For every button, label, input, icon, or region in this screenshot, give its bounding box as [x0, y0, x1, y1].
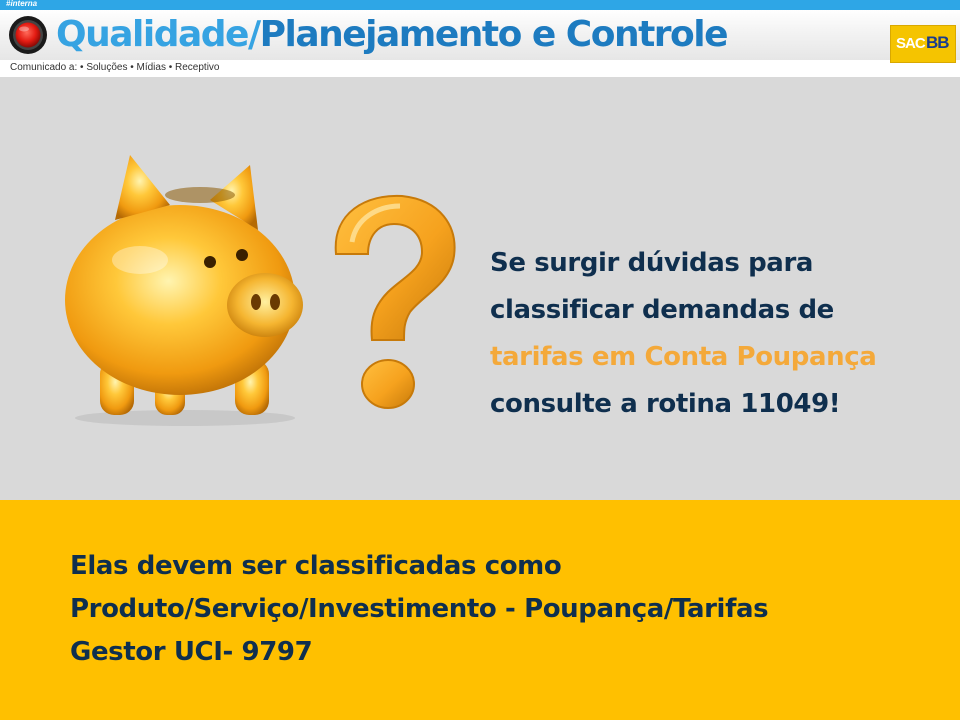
question-mark-icon — [334, 194, 456, 409]
main-message-line-4: consulte a rotina 11049! — [490, 389, 841, 419]
title-part-quality: Qualidade/ — [56, 14, 261, 55]
classification-tag: #interna — [6, 0, 38, 8]
page-title: Qualidade/Planejamento e Controle — [56, 12, 729, 58]
main-message-highlight: tarifas em Conta Poupança — [490, 342, 877, 372]
instruction-line-3: Gestor UCI- 9797 — [70, 637, 313, 667]
instruction-line-1: Elas devem ser classificadas como — [70, 551, 562, 581]
record-icon — [9, 16, 47, 54]
title-part-planning: Planejamento e Controle — [259, 14, 729, 55]
logo-bb-text: BB — [926, 33, 950, 52]
classification-instructions: Elas devem ser classificadas como Produt… — [70, 545, 769, 674]
piggy-bank-icon — [65, 155, 303, 426]
audience-line: Comunicado a: • Soluções • Mídias • Rece… — [10, 62, 220, 73]
main-message-line-1: Se surgir dúvidas para — [490, 248, 814, 278]
main-message-line-2: classificar demandas de — [490, 295, 834, 325]
instruction-line-2: Produto/Serviço/Investimento - Poupança/… — [70, 594, 769, 624]
main-message: Se surgir dúvidas para classificar deman… — [490, 240, 877, 428]
sacbb-logo: SAC BB — [890, 25, 956, 63]
logo-sac-text: SAC — [896, 35, 926, 52]
title-bar: Qualidade/Planejamento e Controle SAC BB — [0, 10, 960, 63]
top-strip: #interna — [0, 0, 960, 10]
